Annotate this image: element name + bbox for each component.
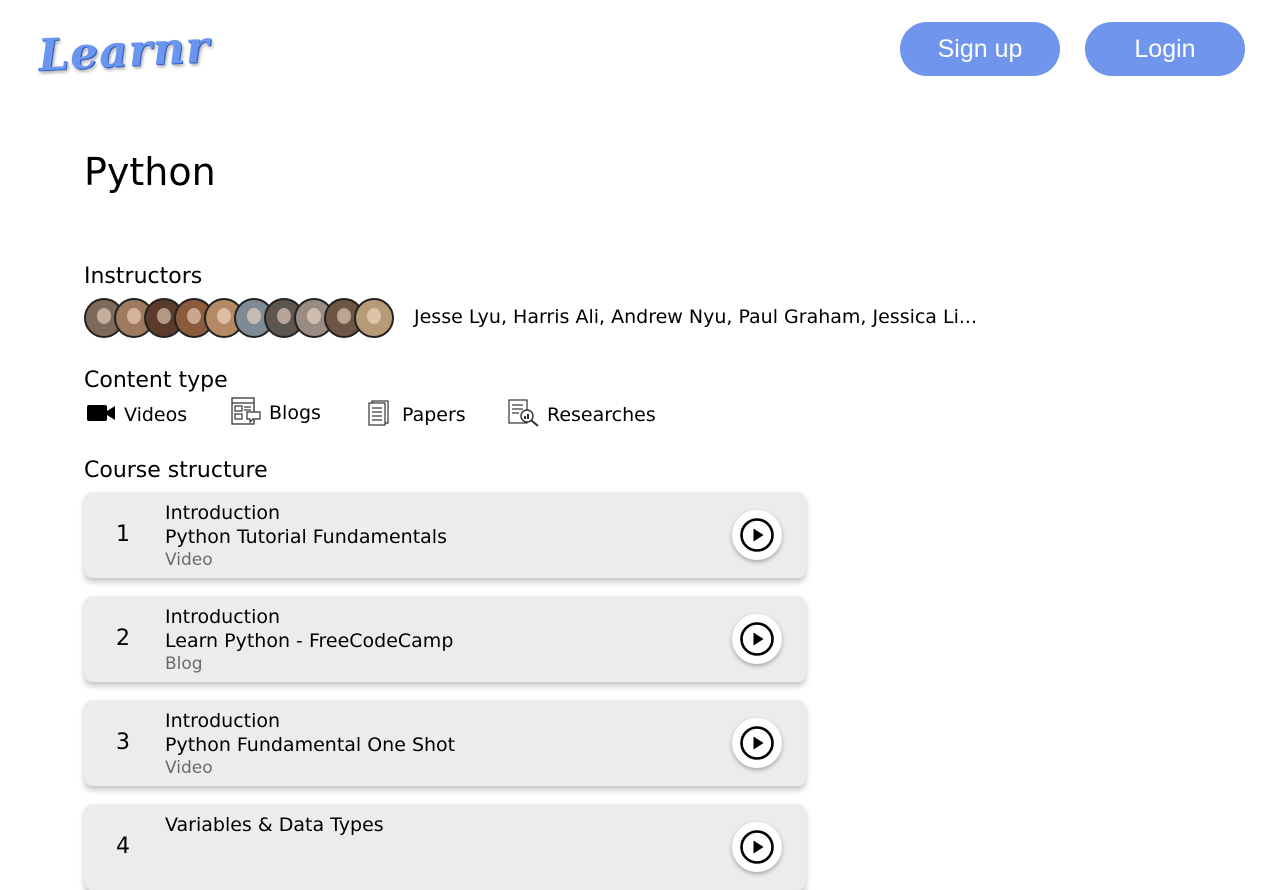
course-item-section: Introduction [165,606,281,628]
page-title: Python [84,150,216,194]
course-item-number: 3 [116,730,130,755]
course-item[interactable]: 3 Introduction Python Fundamental One Sh… [84,700,806,786]
play-icon [740,726,774,760]
play-button[interactable] [732,510,782,560]
course-item-title: Python Tutorial Fundamentals [165,526,447,548]
play-icon [740,830,774,864]
avatar[interactable] [354,298,394,338]
content-type-label: Researches [547,404,656,426]
login-button[interactable]: Login [1085,22,1245,76]
course-item-type: Blog [165,654,203,674]
blog-icon [231,397,261,429]
course-item-title: Learn Python - FreeCodeCamp [165,630,454,652]
play-icon [740,518,774,552]
course-item[interactable]: 4 Variables & Data Types [84,804,806,890]
course-item-number: 1 [116,522,130,547]
instructor-names: Jesse Lyu, Harris Ali, Andrew Nyu, Paul … [414,306,977,328]
content-type-label: Papers [402,404,466,426]
content-type-videos[interactable]: Videos [86,400,187,430]
course-item-section: Introduction [165,502,281,524]
content-type-papers[interactable]: Papers [368,400,466,430]
research-icon [508,399,540,431]
play-button[interactable] [732,822,782,872]
document-icon [368,400,390,430]
course-item-section: Introduction [165,710,281,732]
course-item-number: 2 [116,626,130,651]
course-item-title: Python Fundamental One Shot [165,734,456,756]
content-type-heading: Content type [84,368,228,393]
content-type-label: Blogs [269,402,321,424]
content-type-label: Videos [124,404,188,426]
content-type-researches[interactable]: Researches [508,399,656,431]
course-item[interactable]: 1 Introduction Python Tutorial Fundament… [84,492,806,578]
content-type-blogs[interactable]: Blogs [231,397,321,429]
course-item-type: Video [165,758,213,778]
play-icon [740,622,774,656]
course-item-type: Video [165,550,213,570]
instructors-heading: Instructors [84,264,203,289]
course-item-number: 4 [116,834,130,859]
play-button[interactable] [732,718,782,768]
sign-up-button[interactable]: Sign up [900,22,1060,76]
video-camera-icon [86,404,116,426]
course-item[interactable]: 2 Introduction Learn Python - FreeCodeCa… [84,596,806,682]
logo[interactable]: Learnr [37,22,211,82]
course-structure-heading: Course structure [84,458,268,483]
play-button[interactable] [732,614,782,664]
course-item-section: Variables & Data Types [165,814,384,836]
